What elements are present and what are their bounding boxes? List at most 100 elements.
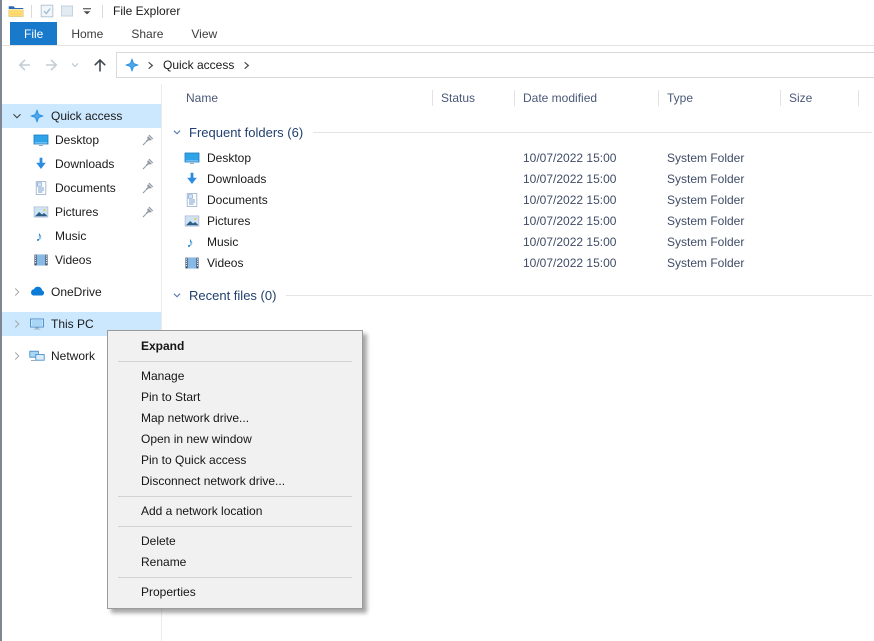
table-row-desktop[interactable]: Desktop 10/07/2022 15:00 System Folder (162, 147, 874, 168)
table-row-downloads[interactable]: Downloads 10/07/2022 15:00 System Folder (162, 168, 874, 189)
menu-item-map-network-drive[interactable]: Map network drive... (108, 408, 362, 429)
menu-item-pin-to-start[interactable]: Pin to Start (108, 387, 362, 408)
tab-view[interactable]: View (177, 22, 231, 45)
customize-quick-access-toolbar-icon[interactable] (77, 2, 97, 20)
table-row-music[interactable]: Music 10/07/2022 15:00 System Folder (162, 231, 874, 252)
breadcrumb-chevron-icon[interactable] (241, 60, 252, 71)
column-header-size[interactable]: Size (781, 84, 859, 112)
up-icon[interactable] (88, 53, 112, 77)
videos-icon (184, 255, 200, 271)
chevron-down-icon[interactable] (170, 288, 184, 302)
forward-icon[interactable] (40, 53, 64, 77)
address-bar[interactable]: Quick access (116, 52, 874, 78)
sidebar-item-label: Music (55, 229, 86, 243)
back-icon[interactable] (12, 53, 36, 77)
table-row-pictures[interactable]: Pictures 10/07/2022 15:00 System Folder (162, 210, 874, 231)
group-header-frequent-folders[interactable]: Frequent folders (6) (162, 120, 874, 144)
row-date-modified: 10/07/2022 15:00 (515, 172, 659, 186)
tab-file[interactable]: File (10, 22, 57, 45)
table-row-videos[interactable]: Videos 10/07/2022 15:00 System Folder (162, 252, 874, 273)
file-explorer-window: File Explorer File Home Share View Quick… (0, 0, 874, 641)
chevron-right-icon[interactable] (10, 317, 24, 331)
sidebar-item-label: Pictures (55, 205, 98, 219)
menu-item-delete[interactable]: Delete (108, 531, 362, 552)
recent-locations-icon[interactable] (68, 53, 82, 77)
context-menu: Expand Manage Pin to Start Map network d… (107, 330, 363, 609)
sidebar-item-documents[interactable]: Documents (2, 176, 161, 200)
row-type: System Folder (659, 214, 781, 228)
menu-item-manage[interactable]: Manage (108, 366, 362, 387)
column-header-name[interactable]: Name (162, 84, 433, 112)
row-date-modified: 10/07/2022 15:00 (515, 193, 659, 207)
menu-separator (118, 577, 352, 578)
desktop-icon (184, 150, 200, 166)
row-name: Desktop (207, 151, 251, 165)
chevron-right-icon[interactable] (10, 285, 24, 299)
menu-item-add-a-network-location[interactable]: Add a network location (108, 501, 362, 522)
sidebar-item-downloads[interactable]: Downloads (2, 152, 161, 176)
navigation-bar: Quick access (2, 46, 874, 84)
group-header-recent-files[interactable]: Recent files (0) (162, 283, 874, 307)
menu-separator (118, 526, 352, 527)
table-row-documents[interactable]: Documents 10/07/2022 15:00 System Folder (162, 189, 874, 210)
sidebar-item-onedrive[interactable]: OneDrive (2, 280, 161, 304)
properties-icon[interactable] (37, 2, 57, 20)
file-explorer-logo-icon[interactable] (6, 2, 26, 20)
sidebar-item-label: Network (51, 349, 95, 363)
chevron-down-icon[interactable] (170, 125, 184, 139)
music-icon (33, 228, 49, 244)
row-name: Downloads (207, 172, 266, 186)
group-rule (313, 132, 872, 133)
ribbon-tab-strip: File Home Share View (2, 22, 874, 46)
pin-icon (141, 181, 155, 195)
pin-icon (141, 133, 155, 147)
sidebar-item-pictures[interactable]: Pictures (2, 200, 161, 224)
toolbar-separator (31, 5, 32, 18)
pictures-icon (33, 204, 49, 220)
row-type: System Folder (659, 151, 781, 165)
tab-share[interactable]: Share (117, 22, 177, 45)
chevron-down-icon[interactable] (10, 109, 24, 123)
breadcrumb-chevron-icon[interactable] (145, 60, 156, 71)
documents-icon (33, 180, 49, 196)
downloads-icon (184, 171, 200, 187)
row-type: System Folder (659, 172, 781, 186)
row-type: System Folder (659, 256, 781, 270)
sidebar-item-quick-access[interactable]: Quick access (2, 104, 161, 128)
sidebar-item-label: This PC (51, 317, 94, 331)
column-header-status[interactable]: Status (433, 84, 515, 112)
desktop-icon (33, 132, 49, 148)
documents-icon (184, 192, 200, 208)
sidebar-item-music[interactable]: Music (2, 224, 161, 248)
sidebar-item-label: Desktop (55, 133, 99, 147)
sidebar-group-gap (2, 272, 161, 280)
videos-icon (33, 252, 49, 268)
sidebar-item-label: OneDrive (51, 285, 102, 299)
sidebar-item-label: Documents (55, 181, 116, 195)
row-name: Videos (207, 256, 243, 270)
menu-item-expand[interactable]: Expand (108, 336, 362, 357)
menu-item-open-in-new-window[interactable]: Open in new window (108, 429, 362, 450)
chevron-right-icon[interactable] (10, 349, 24, 363)
quick-access-star-icon (29, 108, 45, 124)
tab-home[interactable]: Home (57, 22, 117, 45)
pin-icon (141, 205, 155, 219)
sidebar-item-videos[interactable]: Videos (2, 248, 161, 272)
pictures-icon (184, 213, 200, 229)
downloads-icon (33, 156, 49, 172)
menu-item-disconnect-network-drive[interactable]: Disconnect network drive... (108, 471, 362, 492)
title-bar: File Explorer (2, 0, 874, 22)
sidebar-item-desktop[interactable]: Desktop (2, 128, 161, 152)
column-header-type[interactable]: Type (659, 84, 781, 112)
column-header-date-modified[interactable]: Date modified (515, 84, 659, 112)
network-icon (29, 348, 45, 364)
menu-item-pin-to-quick-access[interactable]: Pin to Quick access (108, 450, 362, 471)
onedrive-cloud-icon (29, 284, 45, 300)
menu-separator (118, 496, 352, 497)
window-title: File Explorer (113, 4, 180, 18)
sidebar-item-label: Quick access (51, 109, 122, 123)
breadcrumb-location[interactable]: Quick access (161, 58, 236, 72)
menu-item-properties[interactable]: Properties (108, 582, 362, 603)
new-item-icon[interactable] (57, 2, 77, 20)
menu-item-rename[interactable]: Rename (108, 552, 362, 573)
